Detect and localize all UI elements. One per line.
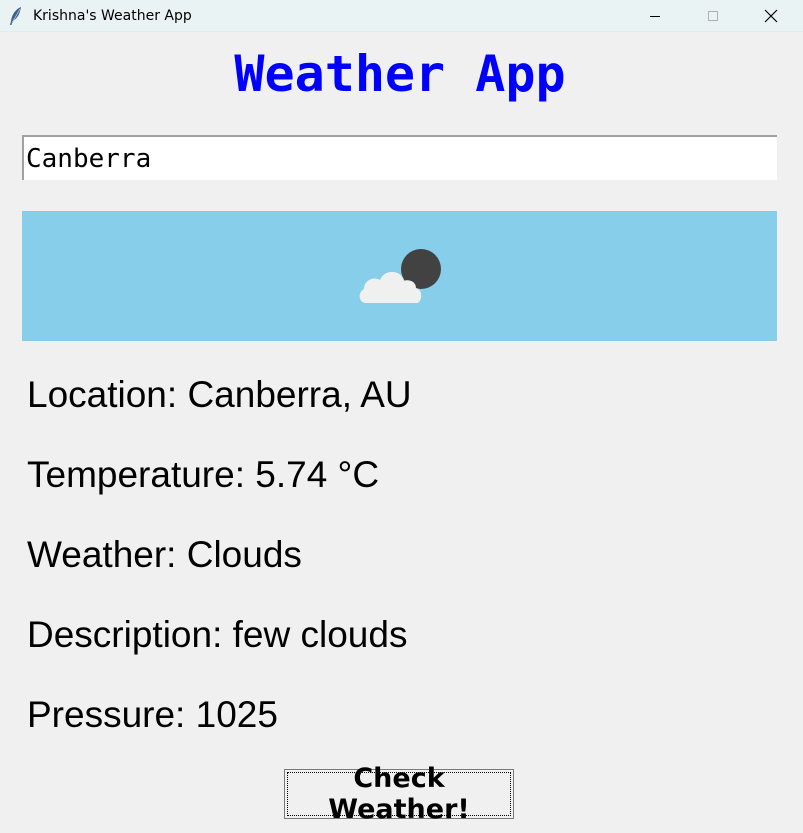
close-button[interactable] xyxy=(742,0,800,32)
feather-icon xyxy=(8,6,24,26)
app-heading: Weather App xyxy=(234,45,566,103)
temperature-label: Temperature: 5.74 °C xyxy=(27,454,380,495)
weather-label: Weather: Clouds xyxy=(27,534,302,575)
title-bar: Krishna's Weather App xyxy=(0,0,803,32)
check-weather-button[interactable]: Check Weather! xyxy=(284,763,514,825)
minimize-icon xyxy=(650,16,660,17)
few-clouds-night-icon xyxy=(359,249,441,303)
minimize-button[interactable] xyxy=(626,0,684,32)
city-search-input[interactable] xyxy=(22,135,777,180)
location-label: Location: Canberra, AU xyxy=(27,374,412,415)
weather-icon-panel xyxy=(22,211,777,341)
window-title: Krishna's Weather App xyxy=(33,8,192,24)
description-label: Description: few clouds xyxy=(27,614,408,655)
close-icon xyxy=(764,9,778,23)
maximize-icon xyxy=(708,11,718,21)
maximize-button[interactable] xyxy=(684,0,742,32)
pressure-label: Pressure: 1025 xyxy=(27,694,278,735)
